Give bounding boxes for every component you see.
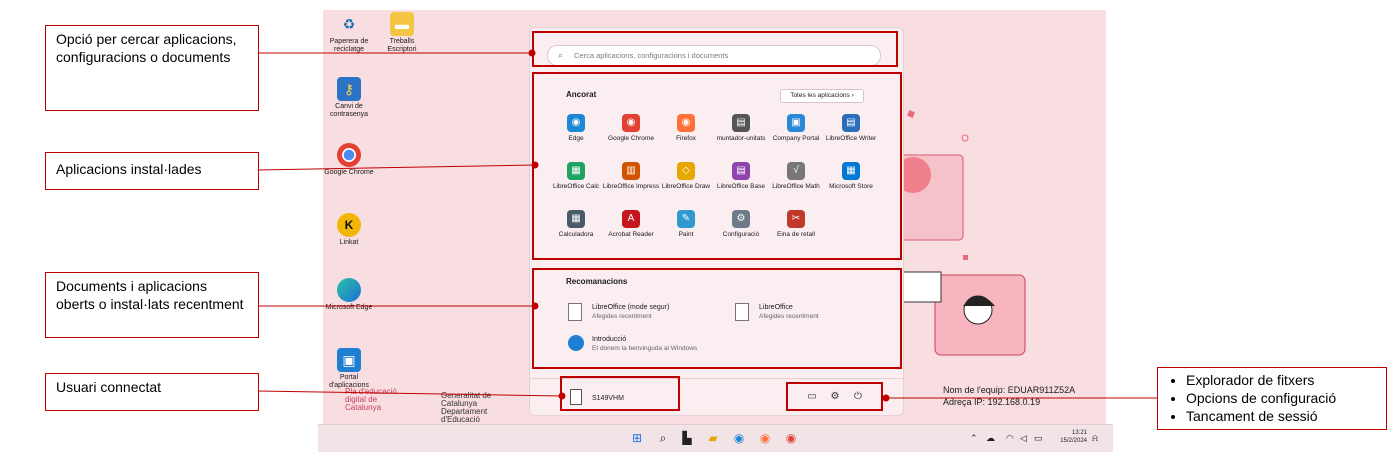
recycle-bin-icon: ♻	[342, 16, 356, 32]
desktop-icon-portal[interactable]: ▣ Portal d'aplicacions	[323, 348, 375, 390]
battery-icon[interactable]: ▭	[1034, 433, 1043, 444]
highlight-search	[532, 31, 898, 67]
desktop-icon-edge[interactable]: Microsoft Edge	[323, 278, 375, 312]
wifi-icon[interactable]: ◠	[1006, 433, 1014, 444]
desktop-icon-treballs[interactable]: ▬ Treballs Escriptori	[376, 12, 428, 54]
desktop-icon-recycle-bin[interactable]: ♻ Paperera de reciclatge	[323, 12, 375, 54]
highlight-recommended	[532, 268, 902, 369]
file-explorer-icon[interactable]: ▰	[706, 431, 720, 445]
desktop-icon-linkat[interactable]: K Linkat	[323, 213, 375, 247]
callout-user: Usuari connectat	[45, 373, 259, 411]
chrome-icon[interactable]: ◉	[784, 431, 798, 445]
clock-date: 15/2/2024	[1060, 438, 1087, 444]
watermark-pla-digital: Pla d'educació digital de Catalunya	[345, 387, 397, 412]
folder-icon: ▬	[390, 12, 414, 36]
callout-bullets: Explorador de fitxers Opcions de configu…	[1164, 371, 1380, 425]
search-icon[interactable]: ⌕	[656, 431, 670, 445]
callout-apps: Aplicacions instal·lades	[45, 152, 259, 190]
highlight-pinned	[532, 72, 902, 260]
portal-icon: ▣	[337, 348, 361, 372]
pc-name: Nom de l'equip: EDUAR911Z52A	[943, 385, 1076, 395]
linkat-icon: K	[337, 213, 361, 237]
watermark-generalitat: Generalitat de Catalunya Departament d'E…	[441, 391, 492, 424]
taskbar: ⊞ ⌕ ▙ ▰ ◉ ◉ ◉ ⌃ ☁ ◠ ◁ ▭ 13:21 15/2/2024 …	[318, 424, 1113, 452]
clock-time: 13:21	[1071, 430, 1087, 436]
callout-search: Opció per cercar aplicacions, configurac…	[45, 25, 259, 111]
highlight-footer-icons	[786, 382, 883, 411]
key-icon: ⚷	[337, 77, 361, 101]
callout-recent: Documents i aplicacions oberts o instal·…	[45, 272, 259, 338]
bullet-settings: Opcions de configuració	[1186, 389, 1380, 407]
clock[interactable]: 13:21 15/2/2024	[1060, 429, 1087, 445]
chrome-icon	[337, 143, 361, 167]
bullet-sign-out: Tancament de sessió	[1186, 407, 1380, 425]
highlight-user	[560, 376, 680, 411]
callout-footer-icons: Explorador de fitxers Opcions de configu…	[1157, 367, 1387, 430]
pc-info: Nom de l'equip: EDUAR911Z52A Adreça IP: …	[943, 384, 1075, 408]
notification-bell-icon[interactable]: ⍾	[1092, 433, 1098, 444]
desktop-icon-password[interactable]: ⚷ Canvi de contrasenya	[323, 77, 375, 119]
desktop-icon-chrome[interactable]: Google Chrome	[323, 143, 375, 177]
bullet-file-explorer: Explorador de fitxers	[1186, 371, 1380, 389]
volume-icon[interactable]: ◁	[1020, 433, 1027, 444]
network-icon[interactable]: ☁	[986, 433, 995, 444]
edge-icon	[337, 278, 361, 302]
windows-start-icon[interactable]: ⊞	[630, 431, 644, 445]
ip-address: Adreça IP: 192.168.0.19	[943, 397, 1041, 407]
edge-icon[interactable]: ◉	[732, 431, 746, 445]
task-view-icon[interactable]: ▙	[680, 431, 694, 445]
firefox-icon[interactable]: ◉	[758, 431, 772, 445]
chevron-up-icon[interactable]: ⌃	[970, 433, 978, 444]
